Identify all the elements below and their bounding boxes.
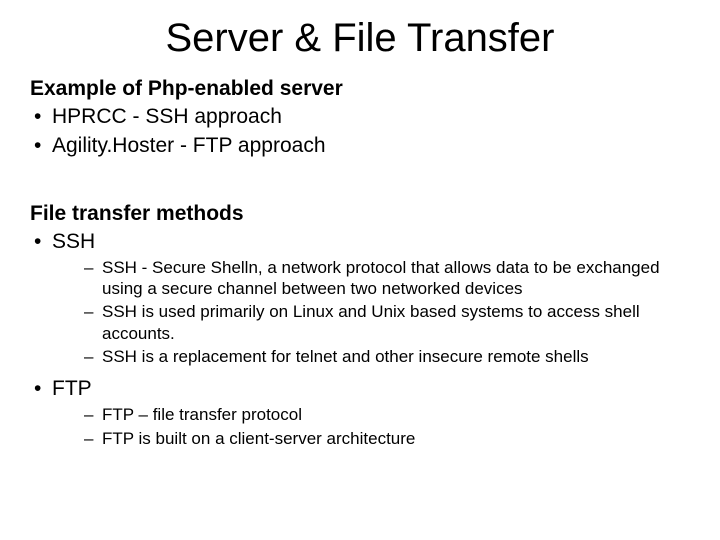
list-item-ftp: FTP FTP – file transfer protocol FTP is … (30, 375, 690, 449)
list-item-ssh: SSH SSH - Secure Shelln, a network proto… (30, 228, 690, 368)
ftp-sublist: FTP – file transfer protocol FTP is buil… (52, 404, 690, 449)
list-item: Agility.Hoster - FTP approach (30, 132, 690, 159)
list-item: SSH is used primarily on Linux and Unix … (52, 301, 690, 344)
section-heading-examples: Example of Php-enabled server (30, 77, 690, 101)
list-item-label: SSH (52, 230, 95, 253)
list-item: FTP is built on a client-server architec… (52, 428, 690, 449)
list-item: SSH - Secure Shelln, a network protocol … (52, 257, 690, 300)
methods-list: SSH SSH - Secure Shelln, a network proto… (30, 228, 690, 449)
section-heading-methods: File transfer methods (30, 202, 690, 226)
server-examples-list: HPRCC - SSH approach Agility.Hoster - FT… (30, 103, 690, 160)
ssh-sublist: SSH - Secure Shelln, a network protocol … (52, 257, 690, 367)
list-item: FTP – file transfer protocol (52, 404, 690, 425)
slide: Server & File Transfer Example of Php-en… (0, 0, 720, 540)
list-item-label: FTP (52, 377, 92, 400)
list-item: SSH is a replacement for telnet and othe… (52, 346, 690, 367)
list-item: HPRCC - SSH approach (30, 103, 690, 130)
slide-title: Server & File Transfer (30, 16, 690, 61)
